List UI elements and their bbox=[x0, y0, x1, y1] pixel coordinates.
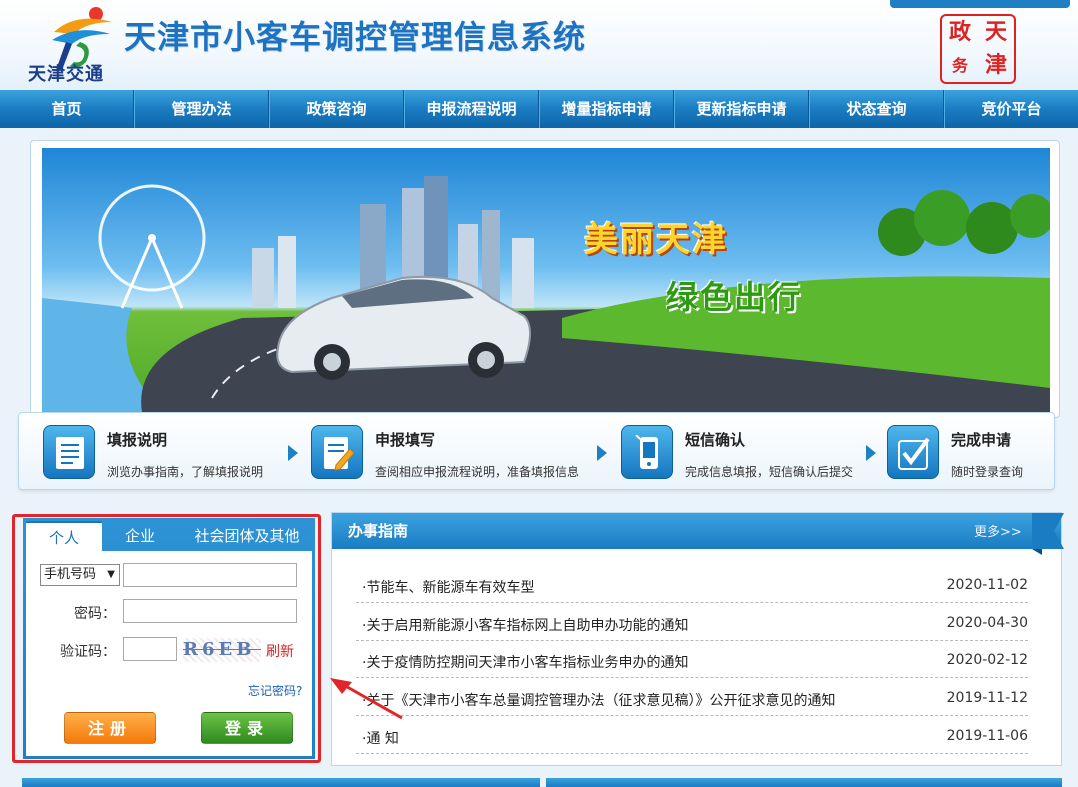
nav-item-process-guide[interactable]: 申报流程说明 bbox=[404, 90, 539, 128]
news-item[interactable]: ·通 知 2019-11-06 bbox=[356, 716, 1028, 754]
nav-item-home[interactable]: 首页 bbox=[0, 90, 134, 128]
seal-char: 天 bbox=[984, 19, 1007, 45]
step-title: 填报说明 bbox=[107, 431, 168, 449]
step-fill-instructions[interactable]: 填报说明 浏览办事指南，了解填报说明 bbox=[43, 425, 293, 481]
news-date: 2019-11-06 bbox=[946, 728, 1028, 744]
banner-slogan-green-travel: 绿色出行 bbox=[666, 278, 803, 316]
news-item[interactable]: ·关于《天津市小客车总量调控管理办法（征求意见稿）》公开征求意见的通知 2019… bbox=[356, 678, 1028, 716]
step-desc: 随时登录查询 bbox=[951, 465, 1024, 479]
news-title[interactable]: ·关于启用新能源小客车指标网上自助申办功能的通知 bbox=[362, 615, 688, 635]
news-item[interactable]: ·节能车、新能源车有效车型 2020-11-02 bbox=[356, 565, 1028, 603]
guide-title: 办事指南 bbox=[348, 522, 409, 540]
guide-header: 办事指南 更多>> bbox=[332, 513, 1061, 549]
banner-slogan-beautiful-tianjin: 美丽天津 bbox=[584, 220, 728, 260]
chevron-right-icon bbox=[597, 445, 607, 461]
checkmark-icon bbox=[887, 425, 939, 479]
step-desc: 完成信息填报，短信确认后提交 bbox=[685, 465, 854, 479]
red-annotation-arrow-icon bbox=[330, 678, 403, 720]
news-date: 2019-11-12 bbox=[946, 690, 1028, 706]
news-item[interactable]: ·关于疫情防控期间天津市小客车指标业务申办的通知 2020-02-12 bbox=[356, 640, 1028, 678]
nav-item-new-quota[interactable]: 增量指标申请 bbox=[539, 90, 674, 128]
step-application-fill[interactable]: 申报填写 查阅相应申报流程说明，准备填报信息 bbox=[311, 425, 601, 481]
chevron-right-icon bbox=[288, 445, 298, 461]
seal-char: 政 bbox=[948, 19, 971, 45]
step-desc: 浏览办事指南，了解填报说明 bbox=[107, 465, 264, 479]
step-desc: 查阅相应申报流程说明，准备填报信息 bbox=[375, 465, 580, 479]
step-complete[interactable]: 完成申请 随时登录查询 bbox=[887, 425, 1047, 481]
bottom-panel-header-right bbox=[546, 778, 1062, 787]
login-highlight-outline bbox=[12, 514, 321, 763]
site-title: 天津市小客车调控管理信息系统 bbox=[124, 18, 587, 56]
nav-item-status-query[interactable]: 状态查询 bbox=[809, 90, 944, 128]
news-title[interactable]: ·关于疫情防控期间天津市小客车指标业务申办的通知 bbox=[362, 652, 688, 672]
news-date: 2020-11-02 bbox=[946, 577, 1028, 593]
edit-document-icon bbox=[311, 425, 363, 479]
service-guide-panel: 办事指南 更多>> ·节能车、新能源车有效车型 2020-11-02 ·关于启用… bbox=[331, 512, 1064, 766]
step-title: 短信确认 bbox=[685, 431, 746, 449]
news-date: 2020-02-12 bbox=[946, 652, 1028, 668]
banner-illustration bbox=[42, 176, 1050, 412]
step-title: 完成申请 bbox=[951, 431, 1012, 449]
chevron-right-icon bbox=[866, 445, 876, 461]
guide-more-link[interactable]: 更多>> bbox=[974, 521, 1022, 540]
news-title[interactable]: ·通 知 bbox=[362, 728, 399, 748]
nav-item-management-rules[interactable]: 管理办法 bbox=[134, 90, 269, 128]
news-title[interactable]: ·节能车、新能源车有效车型 bbox=[362, 577, 534, 597]
header-ribbon-tail-icon bbox=[1032, 513, 1064, 555]
nav-item-bidding[interactable]: 竞价平台 bbox=[944, 90, 1078, 128]
step-sms-confirm[interactable]: 短信确认 完成信息填报，短信确认后提交 bbox=[621, 425, 871, 481]
document-icon bbox=[43, 425, 95, 479]
step-title: 申报填写 bbox=[375, 431, 436, 449]
logo-text: 天津交通 bbox=[28, 64, 104, 85]
mobile-phone-icon bbox=[621, 425, 673, 479]
government-affairs-seal[interactable]: 政 天 务 津 bbox=[940, 14, 1016, 84]
seal-char: 津 bbox=[984, 52, 1007, 78]
nav-item-renew-quota[interactable]: 更新指标申请 bbox=[674, 90, 809, 128]
process-steps: 填报说明 浏览办事指南，了解填报说明 申报填写 查阅相应申报流程说明，准备填报信… bbox=[18, 412, 1055, 490]
seal-char: 务 bbox=[951, 56, 968, 75]
banner: 美丽天津 绿色出行 bbox=[42, 148, 1050, 412]
site-header: 天津交通 天津市小客车调控管理信息系统 政 天 务 津 bbox=[0, 0, 1078, 90]
nav-item-policy-consult[interactable]: 政策咨询 bbox=[269, 90, 404, 128]
news-date: 2020-04-30 bbox=[946, 615, 1028, 631]
bottom-panel-header-left bbox=[22, 778, 540, 787]
top-utility-strip[interactable] bbox=[890, 0, 1070, 8]
news-title[interactable]: ·关于《天津市小客车总量调控管理办法（征求意见稿）》公开征求意见的通知 bbox=[362, 690, 835, 710]
news-item[interactable]: ·关于启用新能源小客车指标网上自助申办功能的通知 2020-04-30 bbox=[356, 603, 1028, 641]
main-nav: 首页 管理办法 政策咨询 申报流程说明 增量指标申请 更新指标申请 状态查询 竞… bbox=[0, 90, 1078, 128]
